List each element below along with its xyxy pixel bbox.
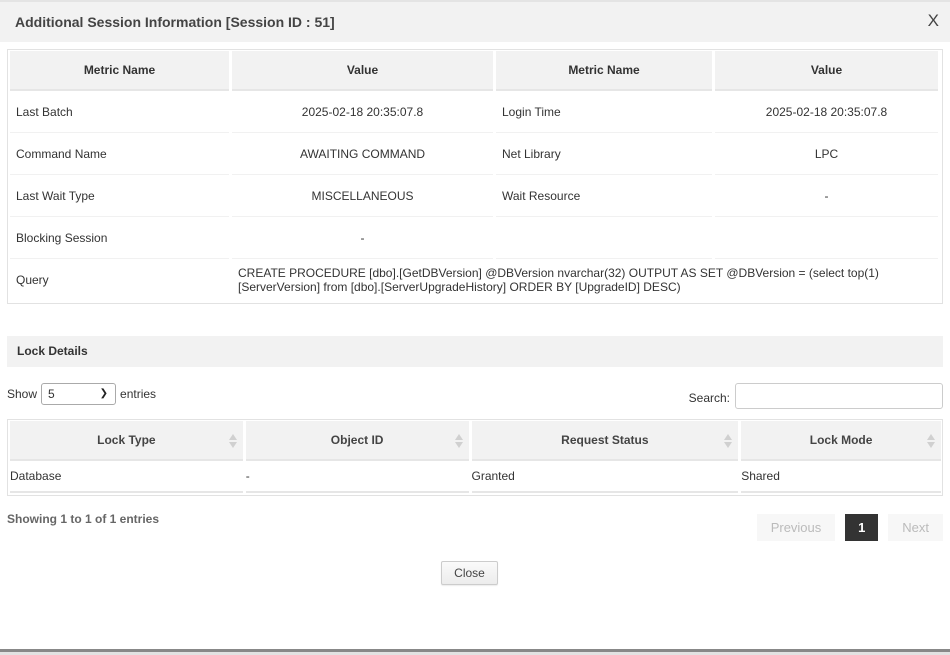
metric-name: Login Time (496, 91, 712, 133)
page-1-button[interactable]: 1 (845, 514, 879, 541)
metric-name: Command Name (10, 133, 229, 175)
lock-details-table: Lock Type Object ID Request Status Lock … (7, 419, 943, 496)
metric-name: Blocking Session (10, 217, 229, 259)
column-header-object-id[interactable]: Object ID (245, 421, 469, 461)
column-header-request-status[interactable]: Request Status (471, 421, 739, 461)
metric-name (496, 217, 712, 259)
lock-header-row: Lock Type Object ID Request Status Lock … (10, 421, 941, 461)
metrics-row: Command Name AWAITING COMMAND Net Librar… (10, 133, 938, 175)
column-header-label: Lock Type (97, 433, 156, 447)
column-header-metric-name: Metric Name (496, 51, 712, 91)
metrics-header-row: Metric Name Value Metric Name Value (10, 51, 938, 91)
metric-value: 2025-02-18 20:35:07.8 (232, 91, 493, 133)
search-label: Search: (688, 391, 730, 405)
lock-type-cell: Database (10, 461, 243, 493)
table-row: Database - Granted Shared (10, 461, 941, 493)
page-length-control: Show 5 ❯ entries (7, 383, 156, 405)
request-status-cell: Granted (471, 461, 739, 493)
column-header-metric-name: Metric Name (10, 51, 229, 91)
search-input[interactable] (735, 383, 943, 409)
pagination: Previous 1 Next (756, 514, 943, 541)
next-page-button[interactable]: Next (888, 514, 943, 541)
metric-value: LPC (715, 133, 938, 175)
metric-value: AWAITING COMMAND (232, 133, 493, 175)
metric-value (715, 217, 938, 259)
metric-name: Query (16, 273, 49, 287)
sort-icon (228, 434, 237, 448)
metric-value: MISCELLANEOUS (232, 175, 493, 217)
metric-name: Last Batch (10, 91, 229, 133)
sort-icon (454, 434, 463, 448)
metrics-row: Blocking Session - (10, 217, 938, 259)
close-button[interactable]: Close (441, 561, 498, 585)
metric-name: Last Wait Type (10, 175, 229, 217)
metric-value: - (715, 175, 938, 217)
previous-page-button[interactable]: Previous (756, 514, 836, 541)
column-header-value: Value (715, 51, 938, 91)
sort-icon (927, 434, 935, 448)
metrics-row: Last Batch 2025-02-18 20:35:07.8 Login T… (10, 91, 938, 133)
close-icon[interactable]: X (928, 11, 939, 31)
metrics-row: Last Wait Type MISCELLANEOUS Wait Resour… (10, 175, 938, 217)
page-length-value: 5 (48, 387, 55, 401)
column-header-lock-type[interactable]: Lock Type (10, 421, 243, 461)
lock-mode-cell: Shared (741, 461, 941, 493)
chevron-down-icon: ❯ (99, 388, 109, 399)
column-header-label: Lock Mode (809, 433, 873, 447)
metric-name: Net Library (496, 133, 712, 175)
sort-icon (724, 434, 733, 448)
page-length-select[interactable]: 5 ❯ (41, 383, 117, 405)
metrics-row-query: Query CREATE PROCEDURE [dbo].[GetDBVersi… (10, 259, 938, 301)
lock-details-title: Lock Details (17, 344, 88, 358)
metric-name: Wait Resource (496, 175, 712, 217)
modal-title: Additional Session Information [Session … (15, 14, 335, 30)
column-header-value: Value (232, 51, 493, 91)
modal-header: Additional Session Information [Session … (0, 2, 950, 42)
metric-value: 2025-02-18 20:35:07.8 (715, 91, 938, 133)
column-header-label: Request Status (561, 433, 649, 447)
search-control: Search: (689, 383, 943, 409)
column-header-label: Object ID (330, 433, 384, 447)
entries-label: entries (120, 387, 157, 401)
lock-details-header: Lock Details (7, 336, 943, 367)
query-text: CREATE PROCEDURE [dbo].[GetDBVersion] @D… (238, 266, 879, 294)
object-id-cell: - (245, 461, 469, 493)
metric-value: - (232, 217, 493, 259)
table-info: Showing 1 to 1 of 1 entries (7, 512, 160, 526)
show-label: Show (7, 387, 38, 401)
session-metrics-table: Metric Name Value Metric Name Value Last… (7, 49, 943, 304)
column-header-lock-mode[interactable]: Lock Mode (741, 421, 941, 461)
